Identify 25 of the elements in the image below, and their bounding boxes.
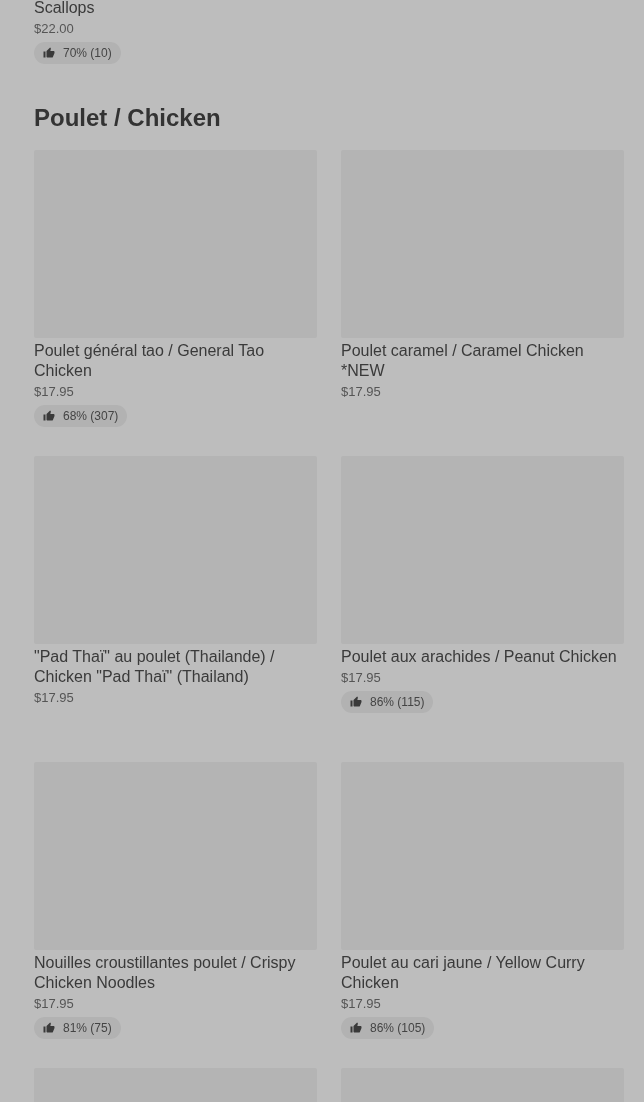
dish-name[interactable]: "Pad Thaï" au poulet (Thailande) / Chicken "Pad Thaï" (Thailand) bbox=[34, 647, 317, 687]
rating-badge: 70% (10) bbox=[34, 42, 121, 64]
section-heading: Poulet / Chicken bbox=[34, 103, 222, 133]
dish-price: $17.95 bbox=[34, 384, 75, 400]
dish-name[interactable]: Poulet caramel / Caramel Chicken *NEW bbox=[341, 341, 624, 381]
dish-price: $17.95 bbox=[341, 384, 382, 400]
thumbs-up-icon bbox=[43, 410, 55, 422]
dish-price: $17.95 bbox=[34, 690, 75, 706]
thumbs-up-icon bbox=[43, 47, 55, 59]
rating-badge: 68% (307) bbox=[34, 405, 128, 427]
rating-badge: 86% (115) bbox=[341, 691, 434, 713]
dish-price: $17.95 bbox=[341, 996, 382, 1012]
dish-name[interactable]: Poulet général tao / General Tao Chicken bbox=[34, 341, 317, 381]
thumbs-up-icon bbox=[43, 1022, 55, 1034]
dish-name[interactable]: Poulet aux arachides / Peanut Chicken bbox=[341, 647, 624, 667]
dish-price: $22.00 bbox=[34, 21, 75, 37]
thumbs-up-icon bbox=[350, 1022, 362, 1034]
dish-name[interactable]: Scallops bbox=[34, 0, 624, 18]
rating-badge: 86% (105) bbox=[341, 1017, 435, 1039]
dish-name[interactable]: Nouilles croustillantes poulet / Crispy Chicken Noodles bbox=[34, 953, 317, 993]
thumbs-up-icon bbox=[350, 696, 362, 708]
rating-badge: 81% (75) bbox=[34, 1017, 121, 1039]
dish-price: $17.95 bbox=[341, 670, 382, 686]
dish-price: $17.95 bbox=[34, 996, 75, 1012]
dish-name[interactable]: Poulet au cari jaune / Yellow Curry Chicken bbox=[341, 953, 624, 993]
